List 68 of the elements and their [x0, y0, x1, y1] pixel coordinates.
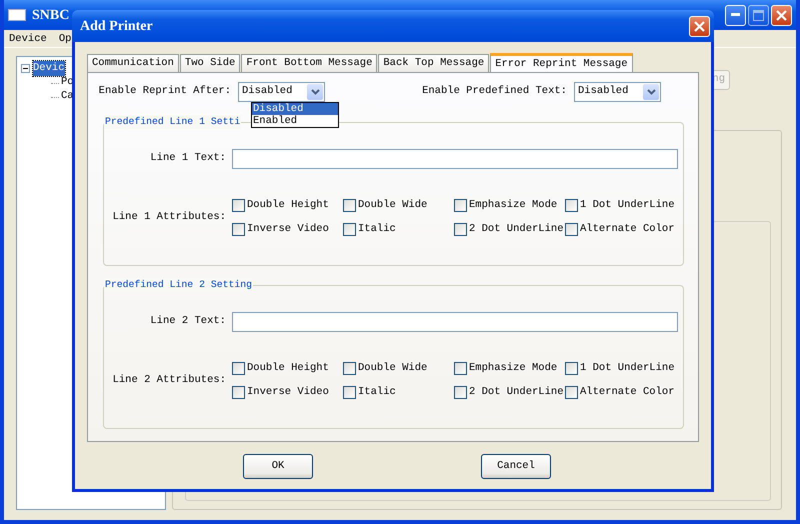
checkbox[interactable]: [232, 199, 245, 212]
window-title: SNBC: [32, 6, 70, 24]
checkbox[interactable]: [343, 223, 356, 236]
checkbox-label[interactable]: Emphasize Mode: [469, 198, 558, 214]
text-field[interactable]: [232, 312, 678, 332]
checkbox[interactable]: [343, 386, 356, 400]
dropdown-option[interactable]: Enabled: [252, 115, 338, 127]
checkbox-label[interactable]: Inverse Video: [247, 384, 329, 400]
checkbox[interactable]: [343, 362, 356, 376]
tab[interactable]: Error Reprint Message: [490, 53, 633, 73]
dropdown[interactable]: Disabled: [238, 82, 325, 102]
close-button[interactable]: [689, 16, 710, 36]
tab[interactable]: Back Top Message: [378, 54, 490, 72]
checkbox[interactable]: [454, 199, 467, 212]
menu-item[interactable]: Device: [9, 32, 47, 45]
checkbox-label[interactable]: Emphasize Mode: [469, 361, 558, 377]
checkbox[interactable]: [232, 362, 245, 376]
close-icon: [694, 20, 705, 32]
minimize-icon: [731, 13, 740, 17]
group-title: Predefined Line 2 Setting: [104, 278, 253, 292]
minimize-button[interactable]: [725, 4, 746, 26]
checkbox-label[interactable]: 2 Dot UnderLine: [469, 384, 564, 400]
maximize-button[interactable]: [748, 4, 769, 26]
dropdown-option[interactable]: Disabled: [252, 103, 338, 115]
field-label: Line 2 Text:: [149, 314, 227, 330]
checkbox-label[interactable]: 1 Dot UnderLine: [580, 361, 675, 377]
checkbox-label[interactable]: Inverse Video: [247, 222, 329, 238]
checkbox[interactable]: [454, 362, 467, 376]
checkbox[interactable]: [565, 362, 578, 376]
checkbox[interactable]: [232, 386, 245, 400]
checkbox[interactable]: [343, 199, 356, 212]
dropdown[interactable]: Disabled: [574, 82, 661, 102]
text-field[interactable]: [232, 149, 678, 169]
field-label: Line 1 Attributes:: [112, 210, 227, 225]
tab[interactable]: Front Bottom Message: [241, 54, 378, 72]
checkbox-label[interactable]: Double Wide: [358, 361, 428, 377]
tree-item[interactable]: Devic: [33, 60, 65, 76]
checkbox-label[interactable]: Double Height: [247, 198, 329, 214]
checkbox-label[interactable]: Alternate Color: [580, 222, 675, 238]
tab[interactable]: Two Side: [180, 54, 240, 72]
checkbox[interactable]: [454, 223, 467, 236]
checkbox[interactable]: [565, 199, 578, 212]
checkbox[interactable]: [232, 223, 245, 236]
checkbox[interactable]: [565, 223, 578, 236]
dialog-button[interactable]: OK: [243, 454, 313, 479]
menu-item[interactable]: Op: [58, 32, 72, 45]
checkbox-label[interactable]: 1 Dot UnderLine: [580, 198, 675, 214]
field-label: Line 2 Attributes:: [112, 372, 227, 388]
field-label: Line 1 Text:: [149, 151, 227, 166]
field-label: Enable Reprint After:: [98, 84, 232, 100]
maximize-icon: [753, 10, 764, 20]
group-title: Predefined Line 1 Setti: [104, 115, 242, 129]
collapse-icon[interactable]: [21, 64, 30, 73]
dialog-button[interactable]: Cancel: [481, 454, 551, 479]
checkbox[interactable]: [454, 386, 467, 400]
tab[interactable]: Communication: [87, 54, 179, 72]
checkbox-label[interactable]: 2 Dot UnderLine: [469, 222, 564, 238]
checkbox-label[interactable]: Alternate Color: [580, 384, 675, 400]
app-icon: [8, 9, 26, 21]
dialog-title: Add Printer: [80, 18, 153, 36]
checkbox-label[interactable]: Double Height: [247, 361, 329, 377]
checkbox-label[interactable]: Italic: [358, 384, 396, 400]
checkbox-label[interactable]: Italic: [358, 222, 396, 238]
checkbox-label[interactable]: Double Wide: [358, 198, 428, 214]
close-icon: [776, 10, 787, 20]
field-label: Enable Predefined Text:: [422, 84, 568, 100]
close-button[interactable]: [771, 4, 792, 26]
checkbox[interactable]: [565, 386, 578, 400]
